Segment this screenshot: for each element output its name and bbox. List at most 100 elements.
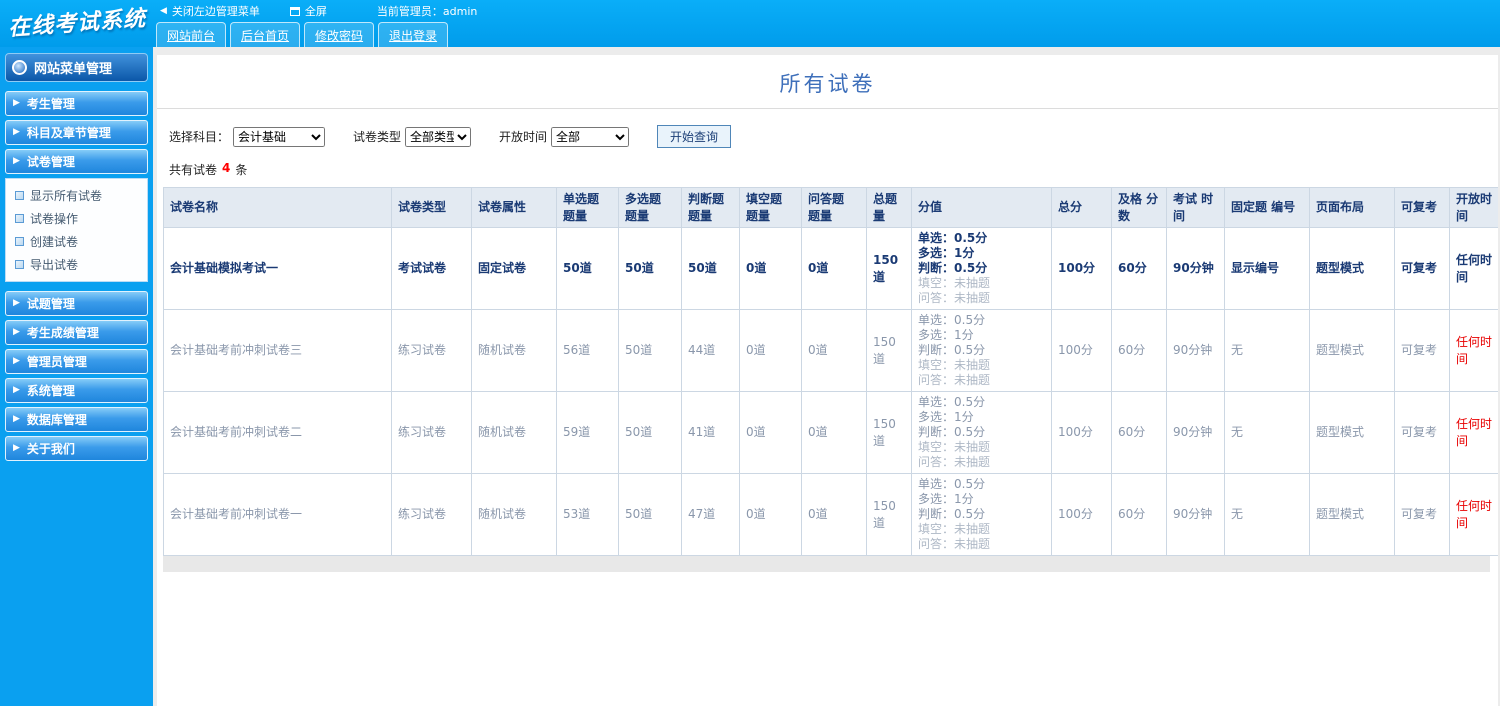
- sidebar: 网站菜单管理 ▶ 考生管理 ▶ 科目及章节管理 ▶ 试卷管理 显示所有试卷 试卷操作 创建试卷导…: [0, 47, 153, 706]
- cell-type: 考试试卷: [391, 227, 472, 310]
- column-header: 试卷类型: [391, 187, 472, 228]
- column-header: 单选题 题量: [556, 187, 619, 228]
- cell-fill: 0道: [739, 227, 802, 310]
- sidebar-subitem[interactable]: 显示所有试卷: [9, 184, 144, 207]
- column-header: 固定题 编号: [1224, 187, 1310, 228]
- sidebar-item[interactable]: ▶ 试题管理: [5, 291, 148, 316]
- cell-duration: 90分钟: [1166, 309, 1225, 392]
- cell-judge: 50道: [681, 227, 740, 310]
- subject-filter-label: 选择科目：: [169, 130, 230, 144]
- cell-score: 单选：0.5分 多选：1分 判断：0.5分 填空：未抽题 问答：未抽题: [911, 391, 1052, 474]
- result-count-value: 4: [222, 161, 231, 175]
- cell-open-time: 任何时间: [1449, 473, 1498, 556]
- sidebar-title: 网站菜单管理: [5, 53, 148, 82]
- subject-select[interactable]: 会计基础: [233, 126, 326, 147]
- result-count: 共有试卷 4 条: [157, 148, 1498, 182]
- sidebar-item[interactable]: ▶ 考生成绩管理: [5, 320, 148, 345]
- score-line: 单选：0.5分: [918, 313, 986, 327]
- nav-tab[interactable]: 退出登录: [378, 22, 449, 47]
- main-content: 所有试卷 选择科目： 会计基础 试卷类型 全部类型 开放时间 全部 开始查询 共…: [153, 47, 1500, 706]
- cell-multi: 50道: [618, 391, 682, 474]
- column-header: 试卷名称: [163, 187, 392, 228]
- score-line: 单选：0.5分: [918, 395, 986, 409]
- column-header: 分值: [911, 187, 1052, 228]
- current-admin-label: 当前管理员：admin: [376, 5, 478, 18]
- cell-attribute: 随机试卷: [471, 473, 557, 556]
- score-line: 问答：未抽题: [918, 455, 991, 469]
- cell-open-time: 任何时间: [1449, 227, 1498, 310]
- score-line: 多选：1分: [918, 492, 974, 506]
- cell-open-time: 任何时间: [1449, 309, 1498, 392]
- fullscreen-button[interactable]: 全屏: [289, 3, 327, 19]
- arrow-icon: ▶: [13, 98, 20, 108]
- search-button[interactable]: 开始查询: [657, 125, 732, 148]
- score-line: 填空：未抽题: [918, 440, 991, 454]
- cell-attribute: 随机试卷: [471, 391, 557, 474]
- sidebar-item[interactable]: ▶ 数据库管理: [5, 407, 148, 432]
- column-header: 及格 分数: [1111, 187, 1167, 228]
- nav-tab[interactable]: 修改密码: [304, 22, 375, 47]
- cell-judge: 41道: [681, 391, 740, 474]
- cell-multi: 50道: [618, 227, 682, 310]
- nav-tab[interactable]: 网站前台: [156, 22, 227, 47]
- column-header: 总题量: [866, 187, 912, 228]
- sidebar-title-label: 网站菜单管理: [34, 62, 113, 77]
- cell-total-score: 100分: [1051, 227, 1112, 310]
- sidebar-menu: ▶ 考生管理 ▶ 科目及章节管理 ▶ 试卷管理 显示所有试卷 试卷操作 创建试卷 导出试卷 ▶ 试题管…: [0, 91, 153, 461]
- page-title: 所有试卷: [779, 72, 876, 96]
- sidebar-item[interactable]: ▶ 系统管理: [5, 378, 148, 403]
- sidebar-item[interactable]: ▶ 考生管理: [5, 91, 148, 116]
- nav-tabs: 网站前台 后台首页 修改密码 退出登录: [0, 22, 1500, 47]
- sidebar-subitem[interactable]: 创建试卷: [9, 230, 144, 253]
- score-line: 问答：未抽题: [918, 291, 991, 305]
- cell-multi: 50道: [618, 473, 682, 556]
- fullscreen-icon: [289, 6, 300, 16]
- content-box: 所有试卷 选择科目： 会计基础 试卷类型 全部类型 开放时间 全部 开始查询 共…: [157, 55, 1498, 706]
- sidebar-item[interactable]: ▶ 管理员管理: [5, 349, 148, 374]
- globe-icon: [12, 60, 27, 75]
- sidebar-item-label: 试卷管理: [26, 155, 75, 169]
- score-line: 判断：0.5分: [918, 261, 988, 275]
- time-filter-label: 开放时间: [499, 130, 548, 144]
- cell-essay: 0道: [801, 309, 867, 392]
- open-time-select[interactable]: 全部: [551, 126, 630, 147]
- table-header-row: 试卷名称 试卷类型 试卷属性 单选题 题量 多选题 题量 判断题 题量 填空题 题量 问答题 …: [163, 187, 1498, 228]
- cell-name: 会计基础考前冲刺试卷一: [163, 473, 392, 556]
- close-left-menu-button[interactable]: ◀ 关闭左边管理菜单: [160, 3, 260, 19]
- column-header: 开放时间: [1449, 187, 1498, 228]
- nav-tab[interactable]: 后台首页: [230, 22, 301, 47]
- cell-duration: 90分钟: [1166, 227, 1225, 310]
- sidebar-item[interactable]: ▶ 试卷管理: [5, 149, 148, 174]
- table-footer-bar: [163, 556, 1490, 572]
- sidebar-item[interactable]: ▶ 关于我们: [5, 436, 148, 461]
- score-line: 判断：0.5分: [918, 507, 986, 521]
- arrow-icon: ▶: [13, 127, 20, 137]
- page-title-row: 所有试卷: [157, 55, 1498, 109]
- arrow-icon: ▶: [13, 327, 20, 337]
- cell-layout: 题型模式: [1309, 473, 1395, 556]
- cell-single: 53道: [556, 473, 619, 556]
- score-line: 多选：1分: [918, 328, 974, 342]
- fullscreen-label: 全屏: [304, 5, 327, 18]
- sidebar-item[interactable]: ▶ 科目及章节管理: [5, 120, 148, 145]
- arrow-icon: ▶: [13, 443, 20, 453]
- cell-multi: 50道: [618, 309, 682, 392]
- sidebar-subitem[interactable]: 试卷操作: [9, 207, 144, 230]
- arrow-icon: ▶: [13, 156, 20, 166]
- cell-essay: 0道: [801, 227, 867, 310]
- cell-fixed-number: 显示编号: [1224, 227, 1310, 310]
- cell-retake: 可复考: [1394, 309, 1450, 392]
- sidebar-subitem[interactable]: 导出试卷: [9, 253, 144, 276]
- collapse-left-icon: ◀: [160, 5, 167, 16]
- score-line: 判断：0.5分: [918, 343, 986, 357]
- type-filter-label: 试卷类型: [353, 130, 402, 144]
- body-wrap: 网站菜单管理 ▶ 考生管理 ▶ 科目及章节管理 ▶ 试卷管理 显示所有试卷 试卷操作 创建试卷导…: [0, 47, 1500, 706]
- cell-total-score: 100分: [1051, 473, 1112, 556]
- cell-total: 150道: [866, 309, 912, 392]
- score-line: 多选：1分: [918, 410, 974, 424]
- cell-pass-score: 60分: [1111, 391, 1167, 474]
- column-header: 可复考: [1394, 187, 1450, 228]
- score-line: 填空：未抽题: [918, 276, 991, 290]
- score-line: 问答：未抽题: [918, 537, 991, 551]
- paper-type-select[interactable]: 全部类型: [405, 126, 472, 147]
